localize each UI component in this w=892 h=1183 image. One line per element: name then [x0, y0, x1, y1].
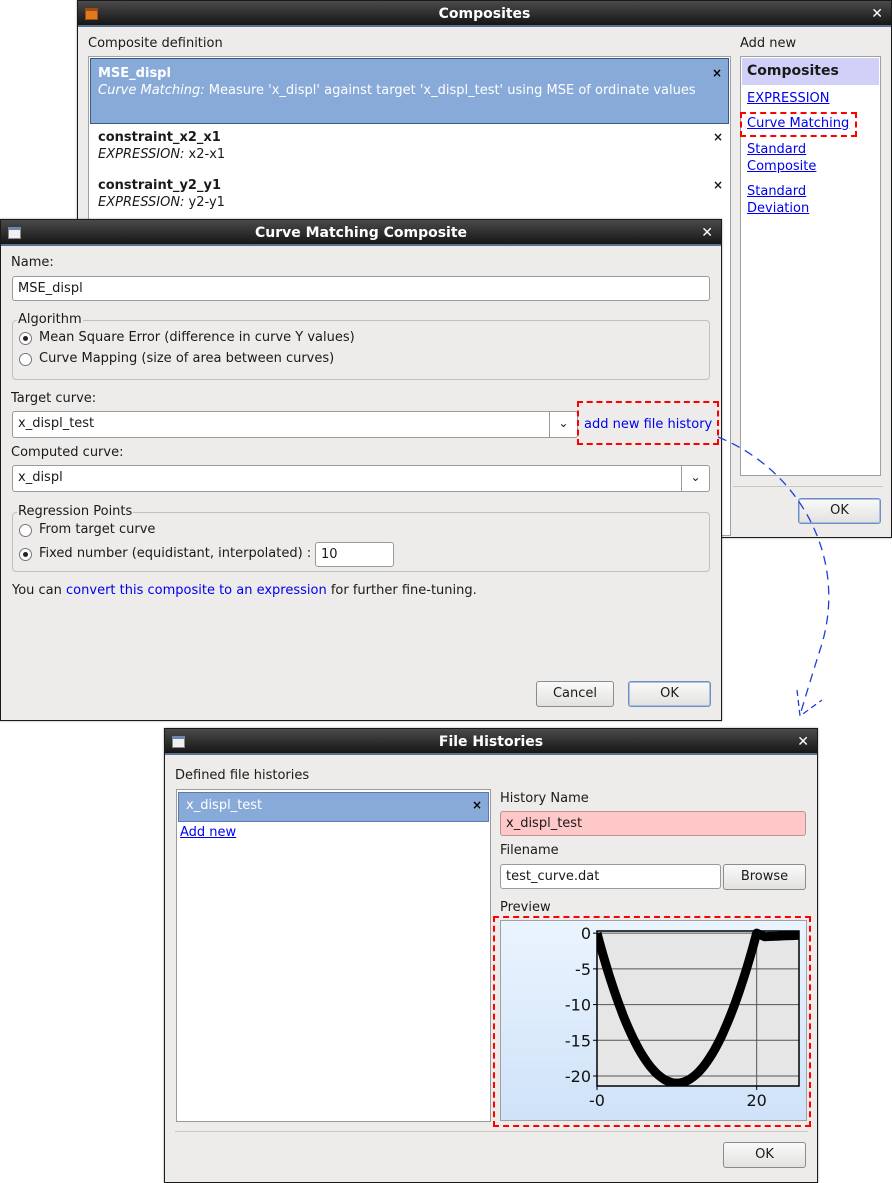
y-tick-label: 0 — [581, 924, 591, 943]
history-name-label: History Name — [500, 791, 589, 806]
preview-label: Preview — [500, 900, 551, 915]
preview-plot: 0 -5 -10 -15 -20 -0 20 — [565, 924, 800, 1110]
window-title: File Histories — [438, 734, 544, 750]
close-icon[interactable]: ✕ — [797, 729, 809, 755]
y-tick-label: -10 — [565, 996, 591, 1015]
x-tick-label: 20 — [747, 1091, 767, 1110]
filename-label: Filename — [500, 843, 559, 858]
item-name: x_displ_test — [186, 798, 263, 813]
preview-chart: 0 -5 -10 -15 -20 -0 20 — [500, 920, 807, 1121]
y-tick-label: -15 — [565, 1031, 591, 1050]
history-list: x_displ_test × Add new — [176, 789, 491, 1122]
add-new-history-link[interactable]: Add new — [180, 825, 236, 840]
list-item[interactable]: x_displ_test × — [178, 792, 489, 822]
plot-area — [597, 931, 799, 1086]
filename-input[interactable]: test_curve.dat — [500, 864, 721, 889]
delete-icon[interactable]: × — [472, 798, 482, 812]
file-histories-window: File Histories ✕ Defined file histories … — [164, 728, 818, 1183]
title-bar: File Histories ✕ — [165, 729, 817, 755]
defined-histories-label: Defined file histories — [175, 768, 310, 783]
x-tick-label: -0 — [589, 1091, 605, 1110]
window-icon — [172, 736, 185, 748]
history-name-input[interactable]: x_displ_test — [500, 811, 806, 836]
ok-button[interactable]: OK — [723, 1142, 806, 1168]
y-tick-label: -5 — [575, 960, 591, 979]
browse-button[interactable]: Browse — [723, 864, 806, 890]
y-tick-label: -20 — [565, 1067, 591, 1086]
divider — [175, 1131, 808, 1132]
